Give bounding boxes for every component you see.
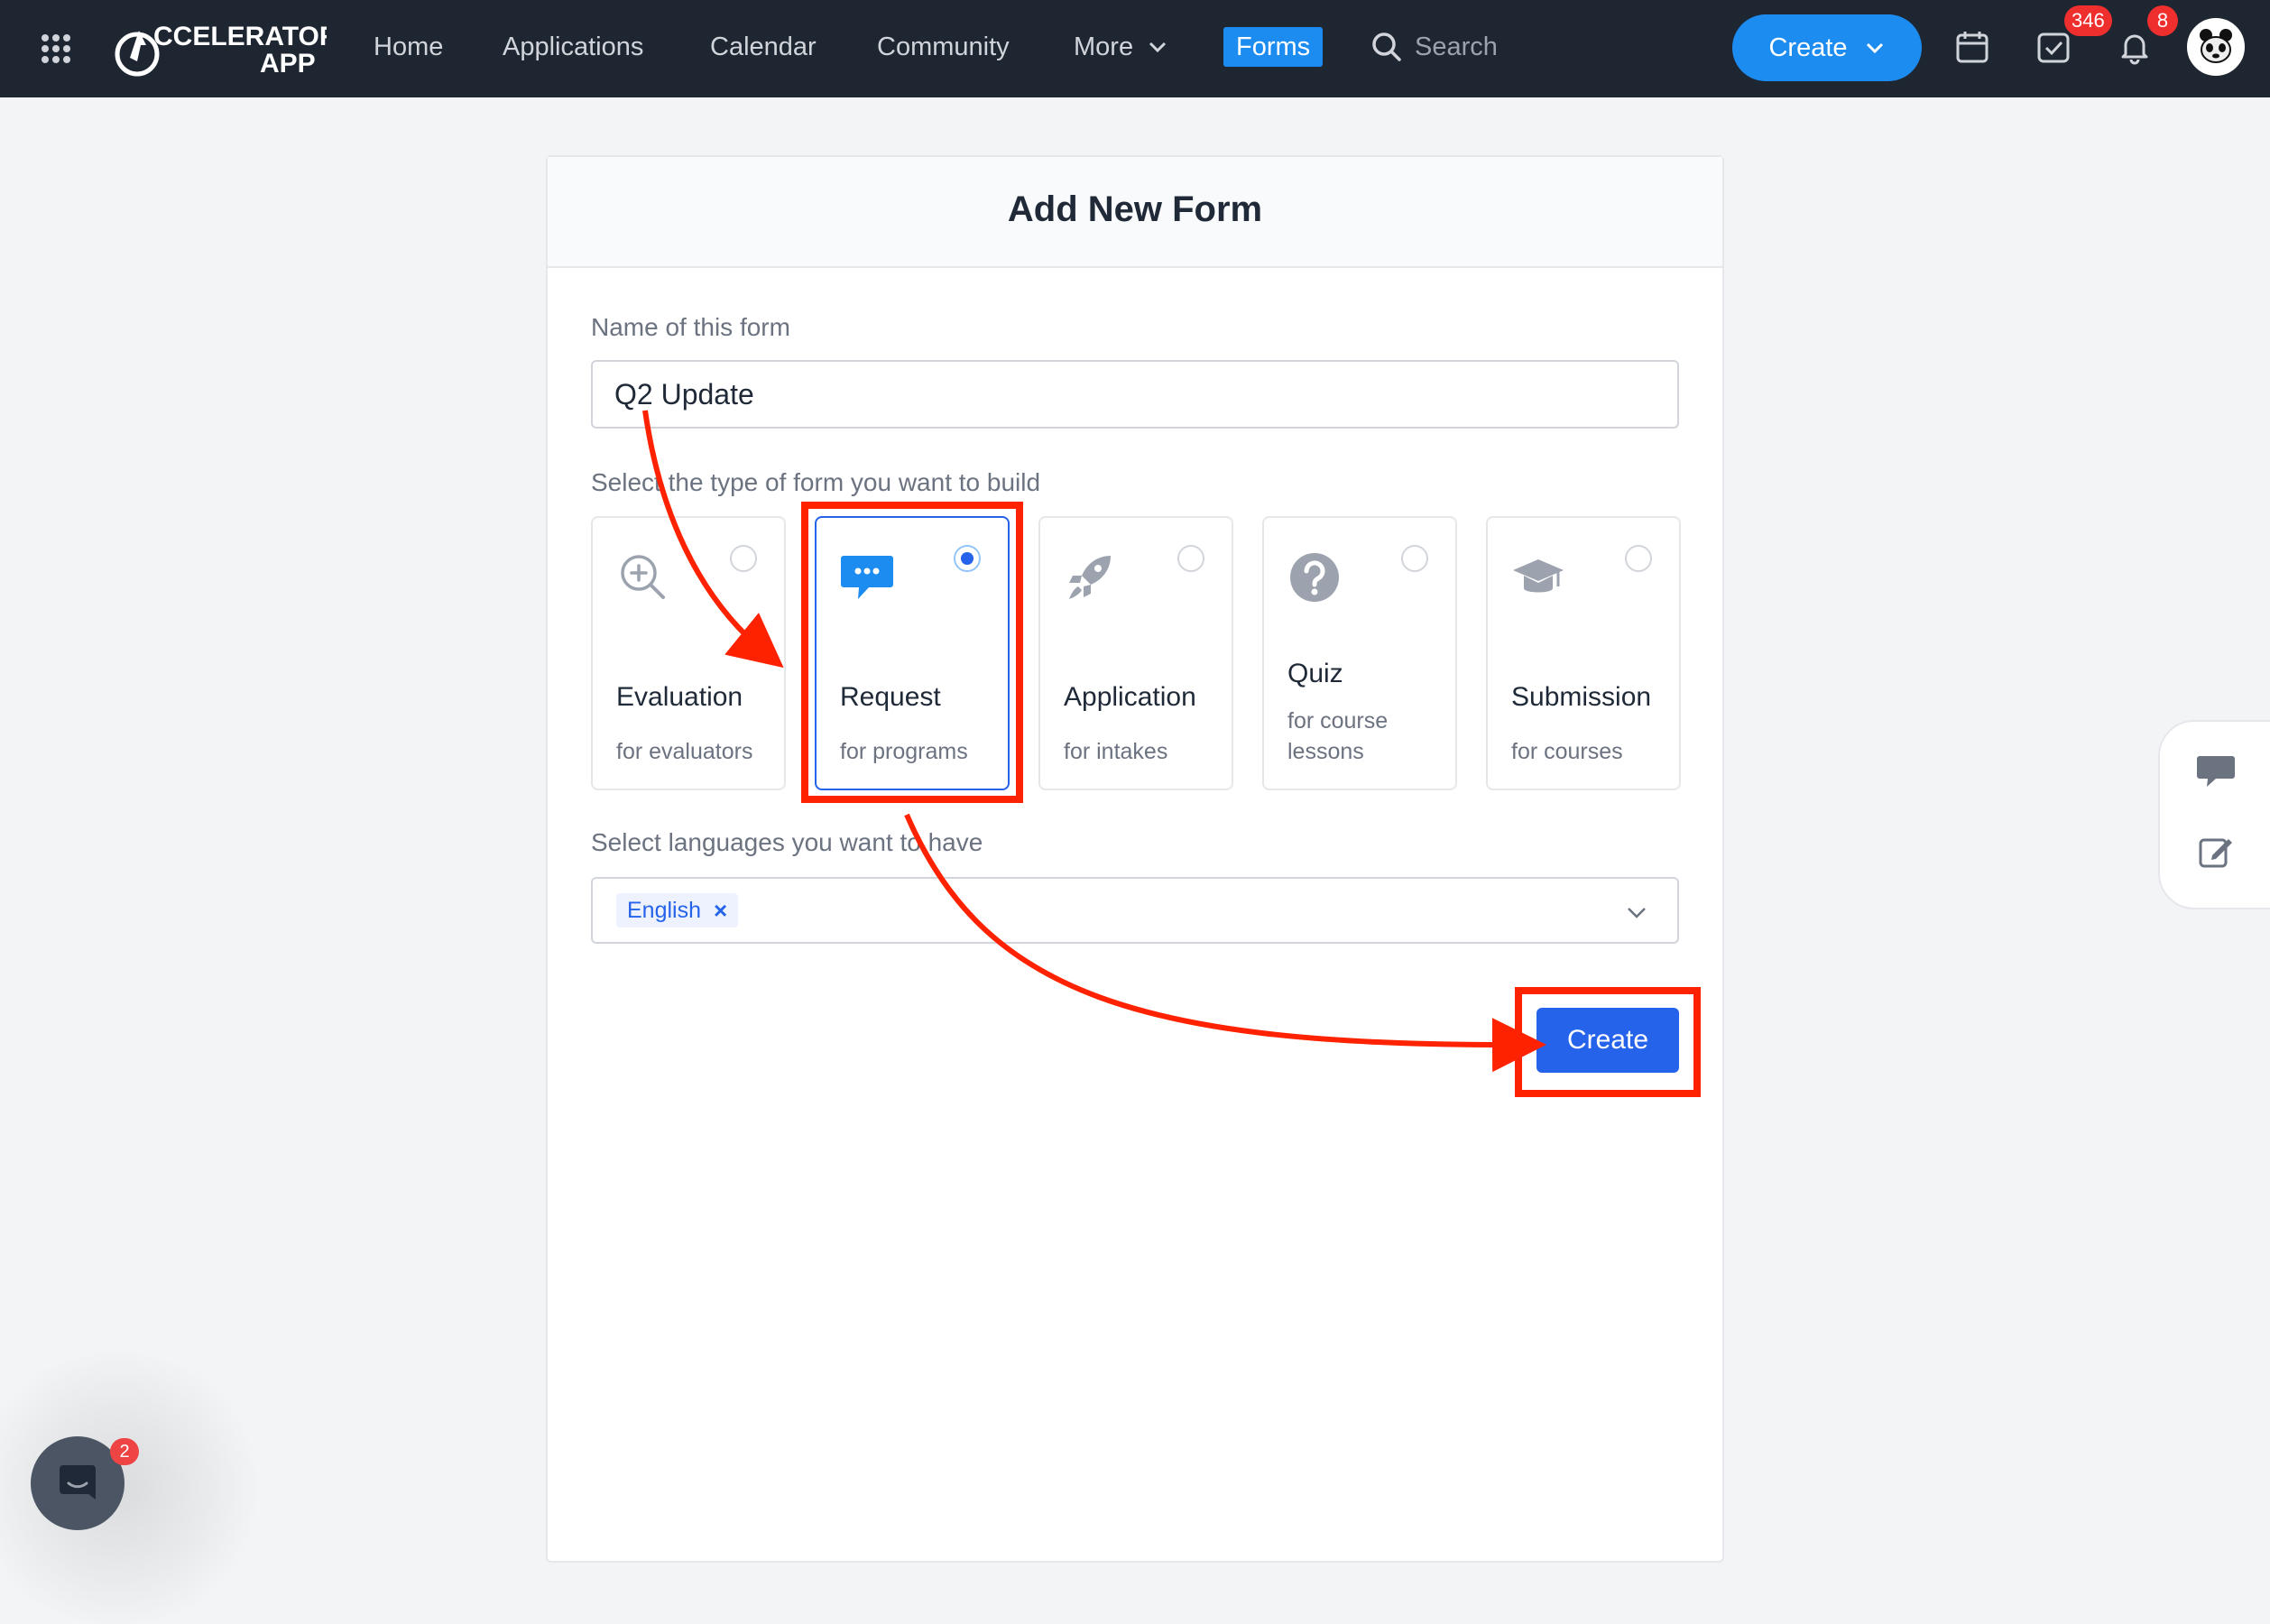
create-dropdown-button[interactable]: Create: [1732, 14, 1922, 81]
search-input[interactable]: Search: [1371, 27, 1498, 67]
type-name-evaluation: Evaluation: [616, 682, 743, 712]
chat-bubble-icon: [841, 556, 893, 599]
type-sub-quiz: for course lessons: [1287, 708, 1389, 764]
search-placeholder: Search: [1415, 32, 1498, 61]
top-navbar: CCELERATOR APP Home Applications Calenda…: [0, 0, 2270, 97]
bell-icon[interactable]: [2117, 29, 2153, 65]
comment-icon[interactable]: [2196, 754, 2236, 790]
type-name-quiz: Quiz: [1287, 659, 1343, 688]
languages-select[interactable]: English ×: [591, 877, 1679, 944]
type-radio-request[interactable]: [954, 545, 981, 572]
type-sub-evaluation: for evaluators: [616, 739, 753, 764]
notifications-badge: 8: [2147, 5, 2178, 36]
form-name-input[interactable]: Q2 Update: [591, 360, 1679, 429]
apps-grid-icon[interactable]: [40, 32, 72, 65]
type-sub-submission: for courses: [1511, 739, 1623, 764]
chevron-down-icon: [1866, 42, 1883, 54]
type-radio-evaluation[interactable]: [730, 545, 757, 572]
form-name-label: Name of this form: [591, 313, 790, 341]
svg-text:APP: APP: [260, 49, 316, 78]
page-title: Add New Form: [1007, 189, 1263, 229]
brand-logo[interactable]: CCELERATOR APP: [110, 18, 339, 79]
type-sub-request: for programs: [840, 739, 968, 764]
rocket-icon: [1069, 556, 1111, 599]
nav-more[interactable]: More: [1074, 27, 1167, 67]
type-card-application[interactable]: Application for intakes: [1038, 516, 1233, 790]
tasks-badge: 346: [2064, 5, 2112, 36]
create-form-button[interactable]: Create: [1536, 1008, 1679, 1073]
card-header: Add New Form: [548, 157, 1722, 268]
nav-applications[interactable]: Applications: [503, 27, 643, 67]
chevron-down-icon: [1149, 42, 1167, 53]
side-feedback-panel: [2158, 720, 2270, 909]
svg-text:CCELERATOR: CCELERATOR: [153, 22, 327, 51]
type-card-evaluation[interactable]: Evaluation for evaluators: [591, 516, 786, 790]
graduation-cap-icon: [1513, 559, 1564, 593]
type-radio-submission[interactable]: [1625, 545, 1652, 572]
nav-more-label: More: [1074, 32, 1134, 61]
create-dropdown-label: Create: [1768, 32, 1848, 62]
language-tag-label: English: [627, 897, 701, 923]
type-name-application: Application: [1064, 682, 1196, 712]
type-card-request[interactable]: Request for programs: [815, 516, 1010, 790]
languages-label: Select languages you want to have: [591, 828, 983, 856]
type-card-submission[interactable]: Submission for courses: [1486, 516, 1681, 790]
question-circle-icon: [1290, 553, 1339, 602]
nav-forms[interactable]: Forms: [1223, 27, 1324, 67]
calendar-icon[interactable]: [1954, 29, 1990, 65]
language-tag: English ×: [616, 893, 739, 927]
nav-calendar[interactable]: Calendar: [710, 27, 817, 67]
user-avatar[interactable]: [2187, 18, 2245, 76]
magnify-plus-icon: [621, 555, 665, 599]
form-type-label: Select the type of form you want to buil…: [591, 468, 1041, 496]
nav-home[interactable]: Home: [374, 27, 443, 67]
tasks-checkbox-icon[interactable]: [2035, 29, 2072, 65]
chat-badge: 2: [110, 1438, 139, 1465]
remove-language-icon[interactable]: ×: [714, 897, 727, 925]
chat-icon: [60, 1465, 96, 1499]
type-radio-quiz[interactable]: [1401, 545, 1428, 572]
chevron-down-icon[interactable]: [1623, 899, 1650, 926]
nav-community[interactable]: Community: [877, 27, 1010, 67]
type-name-request: Request: [840, 682, 941, 712]
type-radio-application[interactable]: [1177, 545, 1204, 572]
type-sub-application: for intakes: [1064, 739, 1168, 764]
type-card-quiz[interactable]: Quiz for course lessons: [1262, 516, 1457, 790]
type-name-submission: Submission: [1511, 682, 1652, 712]
edit-icon[interactable]: [2198, 834, 2234, 870]
search-icon: [1372, 32, 1401, 61]
